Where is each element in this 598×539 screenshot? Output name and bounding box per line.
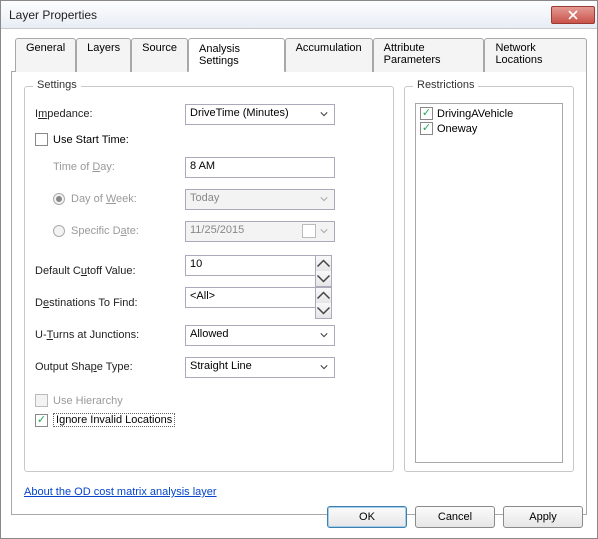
row-output-shape: Output Shape Type: Straight Line [35, 352, 383, 382]
checkbox-icon [35, 414, 48, 427]
specific-date-picker[interactable]: 11/25/2015 [185, 221, 335, 242]
row-time-of-day: Time of Day: 8 AM [35, 152, 383, 182]
impedance-dropdown[interactable]: DriveTime (Minutes) [185, 104, 335, 125]
row-default-cutoff: Default Cutoff Value: 10 [35, 256, 383, 286]
restrictions-legend: Restrictions [413, 79, 478, 91]
help-link[interactable]: About the OD cost matrix analysis layer [24, 486, 217, 498]
checkbox-icon [420, 122, 433, 135]
dialog-window: Layer Properties General Layers Source A… [0, 0, 598, 539]
chevron-down-icon [316, 107, 331, 122]
specific-date-value: 11/25/2015 [190, 224, 244, 236]
chevron-down-icon [316, 224, 331, 239]
output-shape-value: Straight Line [190, 360, 252, 372]
ignore-invalid-checkbox[interactable]: Ignore Invalid Locations [35, 413, 383, 427]
settings-legend: Settings [33, 79, 81, 91]
use-start-time-checkbox[interactable]: Use Start Time: [35, 133, 383, 146]
dialog-footer: OK Cancel Apply [327, 506, 583, 528]
tab-strip: General Layers Source Analysis Settings … [11, 37, 587, 72]
default-cutoff-input[interactable]: 10 [185, 255, 315, 276]
use-hierarchy-checkbox[interactable]: Use Hierarchy [35, 394, 383, 407]
impedance-label: Impedance: [35, 108, 185, 120]
spin-up-icon[interactable] [316, 256, 331, 271]
radio-icon [53, 225, 65, 237]
restrictions-list[interactable]: DrivingAVehicle Oneway [415, 103, 563, 463]
tab-content: Settings Impedance: DriveTime (Minutes) [11, 72, 587, 515]
time-of-day-input[interactable]: 8 AM [185, 157, 335, 178]
tab-general[interactable]: General [15, 38, 76, 72]
uturns-dropdown[interactable]: Allowed [185, 325, 335, 346]
spin-down-icon[interactable] [316, 303, 331, 318]
apply-button[interactable]: Apply [503, 506, 583, 528]
restriction-item[interactable]: DrivingAVehicle [418, 106, 560, 121]
time-of-day-label: Time of Day: [35, 161, 185, 173]
specific-date-label: Specific Date: [71, 225, 139, 237]
spin-up-icon[interactable] [316, 288, 331, 303]
destinations-spinner[interactable]: <All> [185, 287, 332, 319]
restriction-label: DrivingAVehicle [437, 108, 513, 120]
close-button[interactable] [551, 6, 595, 24]
chevron-down-icon [316, 360, 331, 375]
chevron-down-icon [316, 328, 331, 343]
calendar-icon [302, 224, 316, 238]
checkbox-icon [420, 107, 433, 120]
uturns-label: U-Turns at Junctions: [35, 329, 185, 341]
tab-analysis-settings[interactable]: Analysis Settings [188, 38, 285, 72]
day-of-week-dropdown[interactable]: Today [185, 189, 335, 210]
window-title: Layer Properties [9, 8, 97, 22]
use-hierarchy-label: Use Hierarchy [53, 395, 123, 407]
default-cutoff-label: Default Cutoff Value: [35, 265, 185, 277]
titlebar: Layer Properties [1, 1, 597, 29]
chevron-down-icon [316, 192, 331, 207]
impedance-value: DriveTime (Minutes) [190, 107, 289, 119]
destinations-input[interactable]: <All> [185, 287, 315, 308]
radio-icon [53, 193, 65, 205]
row-specific-date: Specific Date: 11/25/2015 [35, 216, 383, 246]
default-cutoff-spinner[interactable]: 10 [185, 255, 332, 287]
spin-down-icon[interactable] [316, 271, 331, 286]
destinations-label: Destinations To Find: [35, 297, 185, 309]
ok-button[interactable]: OK [327, 506, 407, 528]
dialog-body: General Layers Source Analysis Settings … [1, 29, 597, 525]
restrictions-group: Restrictions DrivingAVehicle Oneway [404, 86, 574, 472]
settings-group: Settings Impedance: DriveTime (Minutes) [24, 86, 394, 472]
use-start-time-label: Use Start Time: [53, 134, 129, 146]
ignore-invalid-label: Ignore Invalid Locations [53, 413, 175, 427]
cancel-button[interactable]: Cancel [415, 506, 495, 528]
uturns-value: Allowed [190, 328, 229, 340]
day-of-week-radio[interactable]: Day of Week: [35, 193, 185, 205]
row-impedance: Impedance: DriveTime (Minutes) [35, 99, 383, 129]
restriction-item[interactable]: Oneway [418, 121, 560, 136]
close-icon [568, 10, 578, 20]
output-shape-label: Output Shape Type: [35, 361, 185, 373]
day-of-week-value: Today [190, 192, 219, 204]
tab-network-locations[interactable]: Network Locations [484, 38, 587, 72]
checkbox-icon [35, 133, 48, 146]
output-shape-dropdown[interactable]: Straight Line [185, 357, 335, 378]
restriction-label: Oneway [437, 123, 477, 135]
row-day-of-week: Day of Week: Today [35, 184, 383, 214]
tab-accumulation[interactable]: Accumulation [285, 38, 373, 72]
checkbox-icon [35, 394, 48, 407]
tab-layers[interactable]: Layers [76, 38, 131, 72]
specific-date-radio[interactable]: Specific Date: [35, 225, 185, 237]
row-uturns: U-Turns at Junctions: Allowed [35, 320, 383, 350]
tab-attribute-parameters[interactable]: Attribute Parameters [373, 38, 485, 72]
row-destinations: Destinations To Find: <All> [35, 288, 383, 318]
day-of-week-label: Day of Week: [71, 193, 137, 205]
tab-source[interactable]: Source [131, 38, 188, 72]
